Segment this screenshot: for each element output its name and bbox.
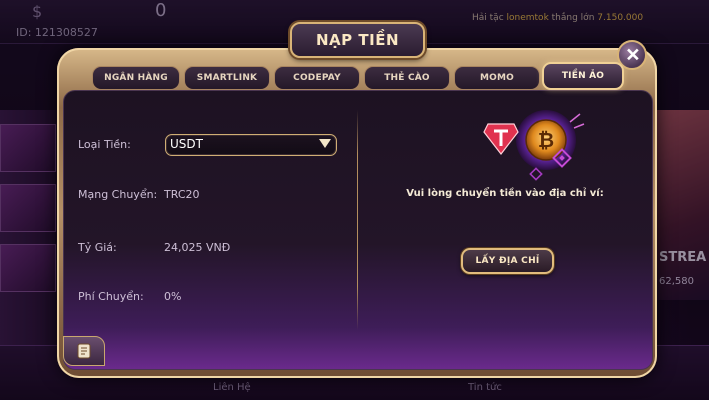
tab-label: CODEPAY xyxy=(293,73,341,83)
get-address-label: LẤY ĐỊA CHỈ xyxy=(475,256,540,266)
crypto-coins-illustration: ₿ xyxy=(483,110,585,181)
tab-label: SMARTLINK xyxy=(196,73,258,83)
tab-card[interactable]: THẺ CÀO xyxy=(364,66,450,90)
scroll-icon xyxy=(77,343,91,359)
currency-select-value: USDT xyxy=(170,137,203,151)
get-address-button[interactable]: LẤY ĐỊA CHỈ xyxy=(461,248,554,274)
tab-label: NGÂN HÀNG xyxy=(104,73,168,83)
tab-crypto[interactable]: TIỀN ẢO xyxy=(542,62,624,90)
tab-label: MOMO xyxy=(479,73,514,83)
panel-divider xyxy=(357,110,358,330)
modal-title: NẠP TIỀN xyxy=(316,31,399,49)
tab-label: THẺ CÀO xyxy=(384,73,430,83)
tab-label: TIỀN ẢO xyxy=(561,71,605,81)
binance-small-icon xyxy=(529,167,543,181)
wallet-instruction: Vui lòng chuyển tiền vào địa chỉ ví: xyxy=(406,188,604,199)
tab-bank[interactable]: NGÂN HÀNG xyxy=(92,66,180,90)
fee-label: Phí Chuyển: xyxy=(78,290,144,303)
deposit-method-tabs: NGÂN HÀNG SMARTLINK CODEPAY THẺ CÀO MOMO… xyxy=(92,62,632,92)
network-label: Mạng Chuyển: xyxy=(78,188,158,201)
tab-smartlink[interactable]: SMARTLINK xyxy=(184,66,270,90)
bitcoin-glyph: ₿ xyxy=(538,128,554,152)
tab-momo[interactable]: MOMO xyxy=(454,66,540,90)
chevron-down-icon xyxy=(319,139,331,148)
rate-value: 24,025 VNĐ xyxy=(164,241,231,254)
fee-value: 0% xyxy=(164,290,182,303)
rate-label: Tỷ Giá: xyxy=(78,241,117,254)
network-value: TRC20 xyxy=(164,188,200,201)
modal-title-plate: NẠP TIỀN xyxy=(290,22,425,58)
history-button[interactable] xyxy=(63,336,105,366)
tab-codepay[interactable]: CODEPAY xyxy=(274,66,360,90)
currency-label: Loại Tiền: xyxy=(78,138,131,151)
